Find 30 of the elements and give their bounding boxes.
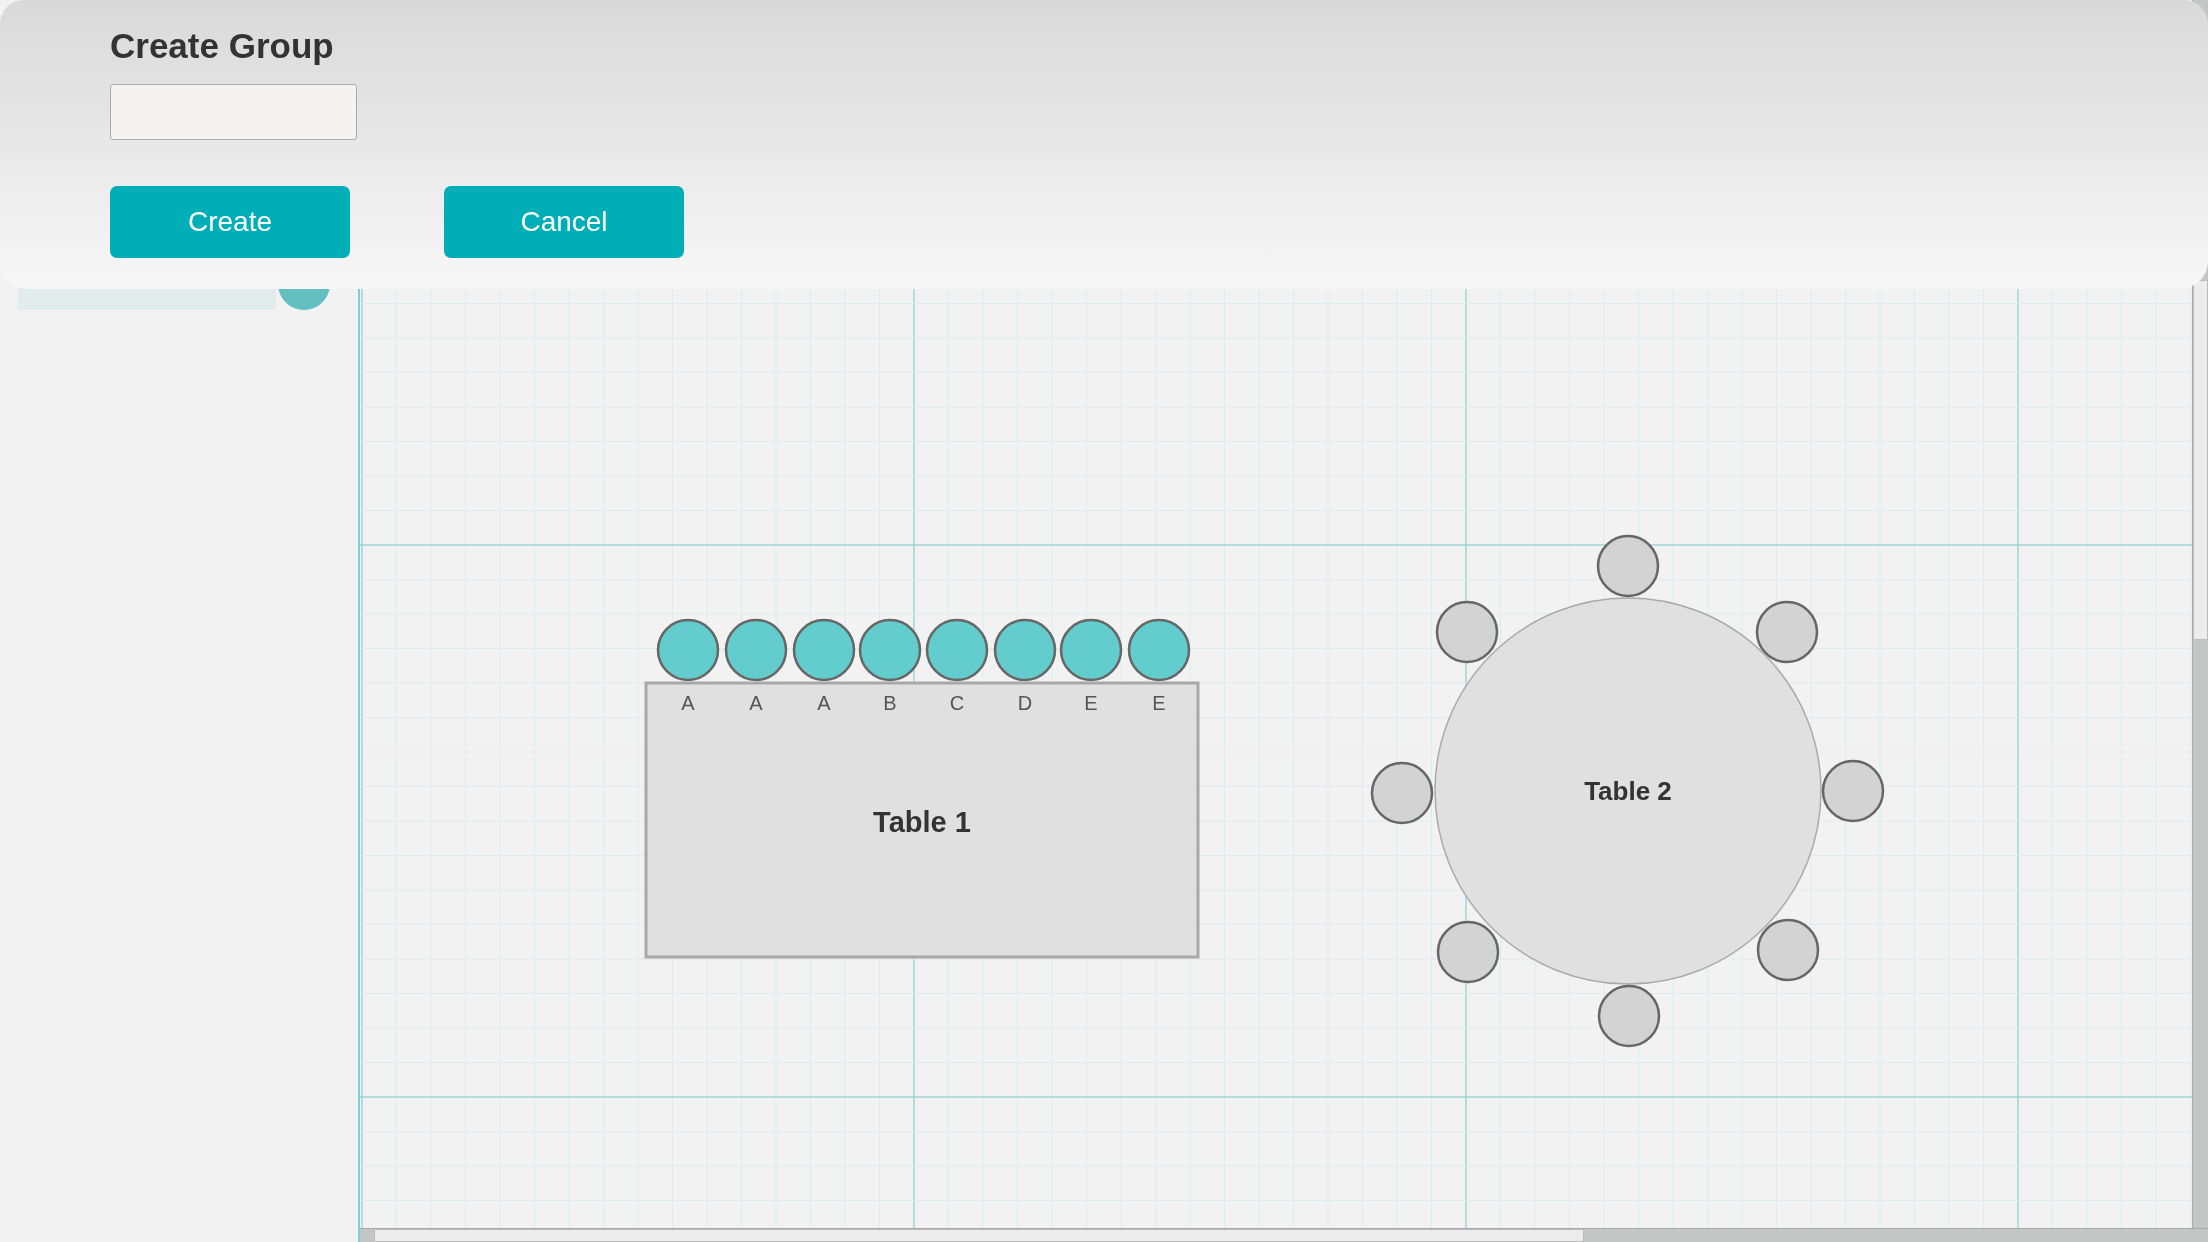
seat[interactable]: [1370, 761, 1434, 825]
seat-label: E: [1152, 692, 1166, 714]
seat-label: A: [749, 692, 763, 714]
seat-label: E: [1084, 692, 1098, 714]
dialog-title: Create Group: [110, 25, 335, 67]
table-label: Table 2: [1584, 776, 1672, 806]
group-name-input[interactable]: [110, 83, 357, 140]
seat[interactable]: [1436, 920, 1500, 984]
seat[interactable]: [858, 618, 922, 682]
seat[interactable]: [656, 618, 720, 682]
seat[interactable]: [1755, 600, 1819, 664]
seat[interactable]: [1435, 600, 1499, 664]
seat[interactable]: [1127, 618, 1191, 682]
seat[interactable]: [724, 618, 788, 682]
seat-label: D: [1017, 692, 1033, 714]
seat[interactable]: [1821, 759, 1885, 823]
seat[interactable]: [993, 618, 1057, 682]
table-label: Table 1: [873, 806, 971, 838]
seat-label: B: [883, 692, 897, 714]
dialog-button[interactable]: Cancel: [444, 185, 684, 258]
seat[interactable]: [1597, 984, 1661, 1048]
seat-label: A: [817, 692, 831, 714]
seat[interactable]: [1756, 918, 1820, 982]
seat[interactable]: [792, 618, 856, 682]
seat-label: C: [949, 692, 965, 714]
seat[interactable]: [925, 618, 989, 682]
dialog-button[interactable]: Create: [110, 185, 350, 258]
seat-label: A: [681, 692, 695, 714]
seat[interactable]: [1596, 534, 1660, 598]
seat[interactable]: [1059, 618, 1123, 682]
